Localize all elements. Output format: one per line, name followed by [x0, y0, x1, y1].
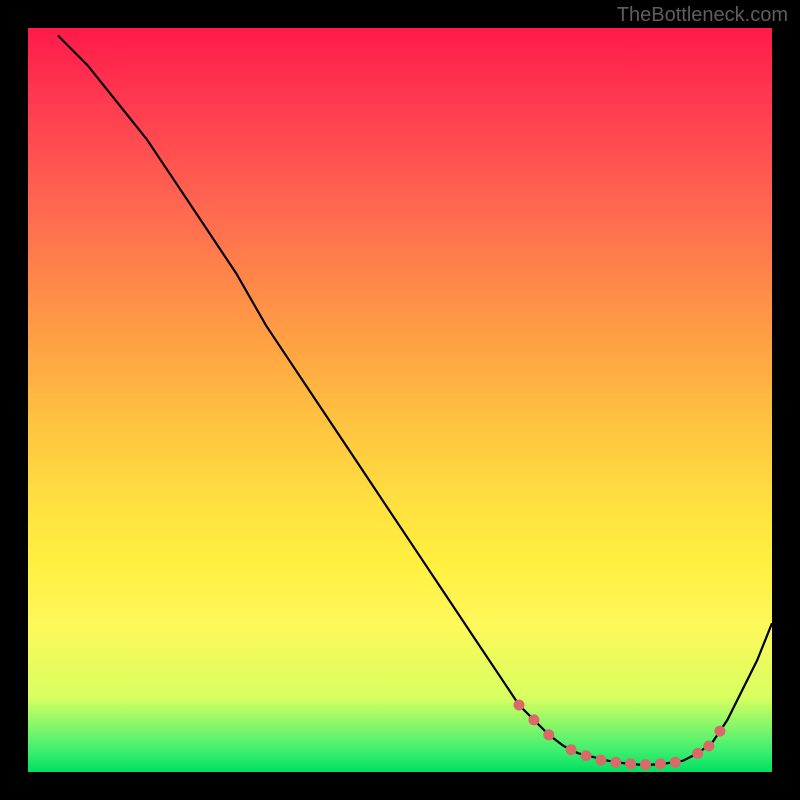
curve-line: [58, 35, 772, 764]
marker-dot: [610, 757, 621, 768]
marker-dot: [528, 714, 539, 725]
marker-dot: [703, 741, 714, 752]
marker-dot: [640, 759, 651, 770]
marker-dots: [514, 700, 726, 771]
plot-area: [28, 28, 772, 772]
chart-svg: [28, 28, 772, 772]
marker-dot: [514, 700, 525, 711]
marker-dot: [595, 755, 606, 766]
watermark-text: TheBottleneck.com: [617, 4, 788, 27]
marker-dot: [625, 758, 636, 769]
marker-dot: [655, 758, 666, 769]
marker-dot: [581, 750, 592, 761]
marker-dot: [714, 726, 725, 737]
marker-dot: [543, 729, 554, 740]
marker-dot: [692, 748, 703, 759]
marker-dot: [670, 757, 681, 768]
marker-dot: [566, 744, 577, 755]
